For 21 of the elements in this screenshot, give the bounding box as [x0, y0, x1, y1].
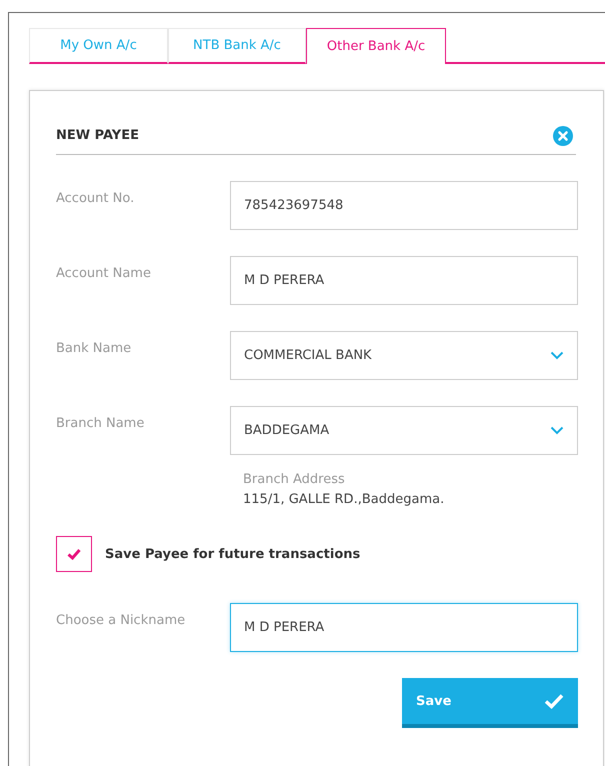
- branch-address: 115/1, GALLE RD.,Baddegama.: [243, 492, 446, 507]
- input-field[interactable]: M D PERERA: [230, 603, 578, 652]
- dropdown[interactable]: BADDEGAMA: [230, 406, 578, 455]
- branch-address-label: Branch Address: [243, 472, 346, 487]
- panel-title: NEW PAYEE: [56, 128, 139, 143]
- input-field[interactable]: 785423697548: [230, 181, 578, 230]
- checkbox[interactable]: [56, 536, 92, 572]
- field-label: Branch Name: [56, 415, 146, 433]
- caret-icon: [550, 426, 564, 435]
- tab[interactable]: Other Bank A/c: [306, 28, 446, 64]
- input-field[interactable]: M D PERERA: [230, 256, 578, 305]
- field-label: Bank Name: [56, 340, 132, 358]
- field-label: Choose a Nickname: [56, 612, 186, 630]
- close-icon[interactable]: [553, 126, 573, 146]
- dropdown[interactable]: COMMERCIAL BANK: [230, 331, 578, 380]
- field-label: Account No.: [56, 190, 136, 208]
- check-icon: [67, 548, 81, 560]
- caret-icon: [550, 351, 564, 360]
- check-icon: [544, 693, 564, 709]
- checkbox-label: Save Payee for future transactions: [105, 546, 360, 562]
- field-label: Account Name: [56, 265, 152, 283]
